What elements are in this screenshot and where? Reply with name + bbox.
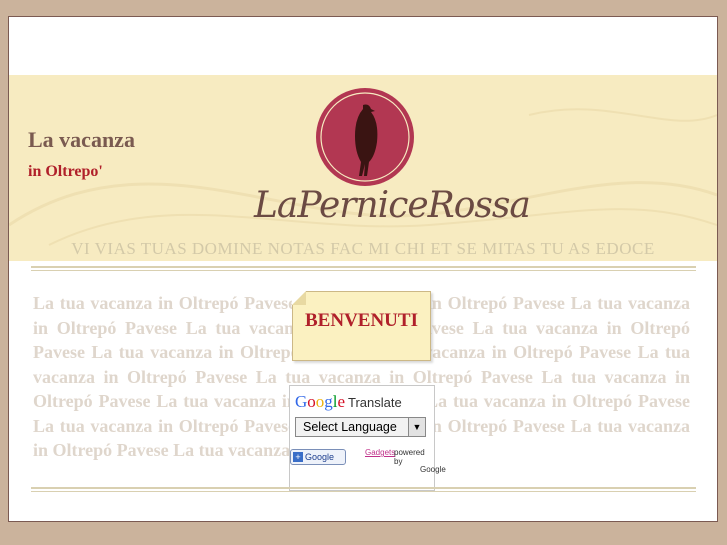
powered-by-text: powered by <box>394 448 425 466</box>
motto-banner: VI VIAS TUAS DOMINE NOTAS FAC MI CHI ET … <box>71 239 655 258</box>
site-header: La vacanza in Oltrepo' LaPerniceRossa VI… <box>9 75 717 261</box>
welcome-heading: BENVENUTI <box>305 310 418 331</box>
partridge-logo-icon[interactable] <box>313 85 417 189</box>
divider-bottom <box>31 487 696 492</box>
plus-icon: + <box>293 452 303 462</box>
note-fold-icon <box>292 291 306 305</box>
tagline-subtitle: in Oltrepo' <box>28 163 103 180</box>
gadget-button-label: Google <box>305 452 335 462</box>
brand-logo-text: LaPerniceRossa <box>254 185 531 226</box>
language-select[interactable]: Select Language ▼ <box>295 417 426 437</box>
page-frame: La vacanza in Oltrepo' LaPerniceRossa VI… <box>8 16 718 522</box>
powered-by-google-text: Google <box>420 465 446 474</box>
chevron-down-icon[interactable]: ▼ <box>408 418 425 436</box>
google-translate-widget: Google Translate Select Language ▼ + Goog… <box>289 385 446 491</box>
language-select-value: Select Language <box>303 420 397 434</box>
welcome-note: BENVENUTI <box>292 291 431 361</box>
google-logo: Google <box>295 392 346 411</box>
translate-label: Translate <box>348 395 402 410</box>
tagline-title: La vacanza <box>28 127 135 152</box>
divider-top <box>31 266 696 271</box>
gadgets-link[interactable]: Gadgets <box>365 448 395 457</box>
add-google-gadget-button[interactable]: + Google <box>290 449 346 465</box>
